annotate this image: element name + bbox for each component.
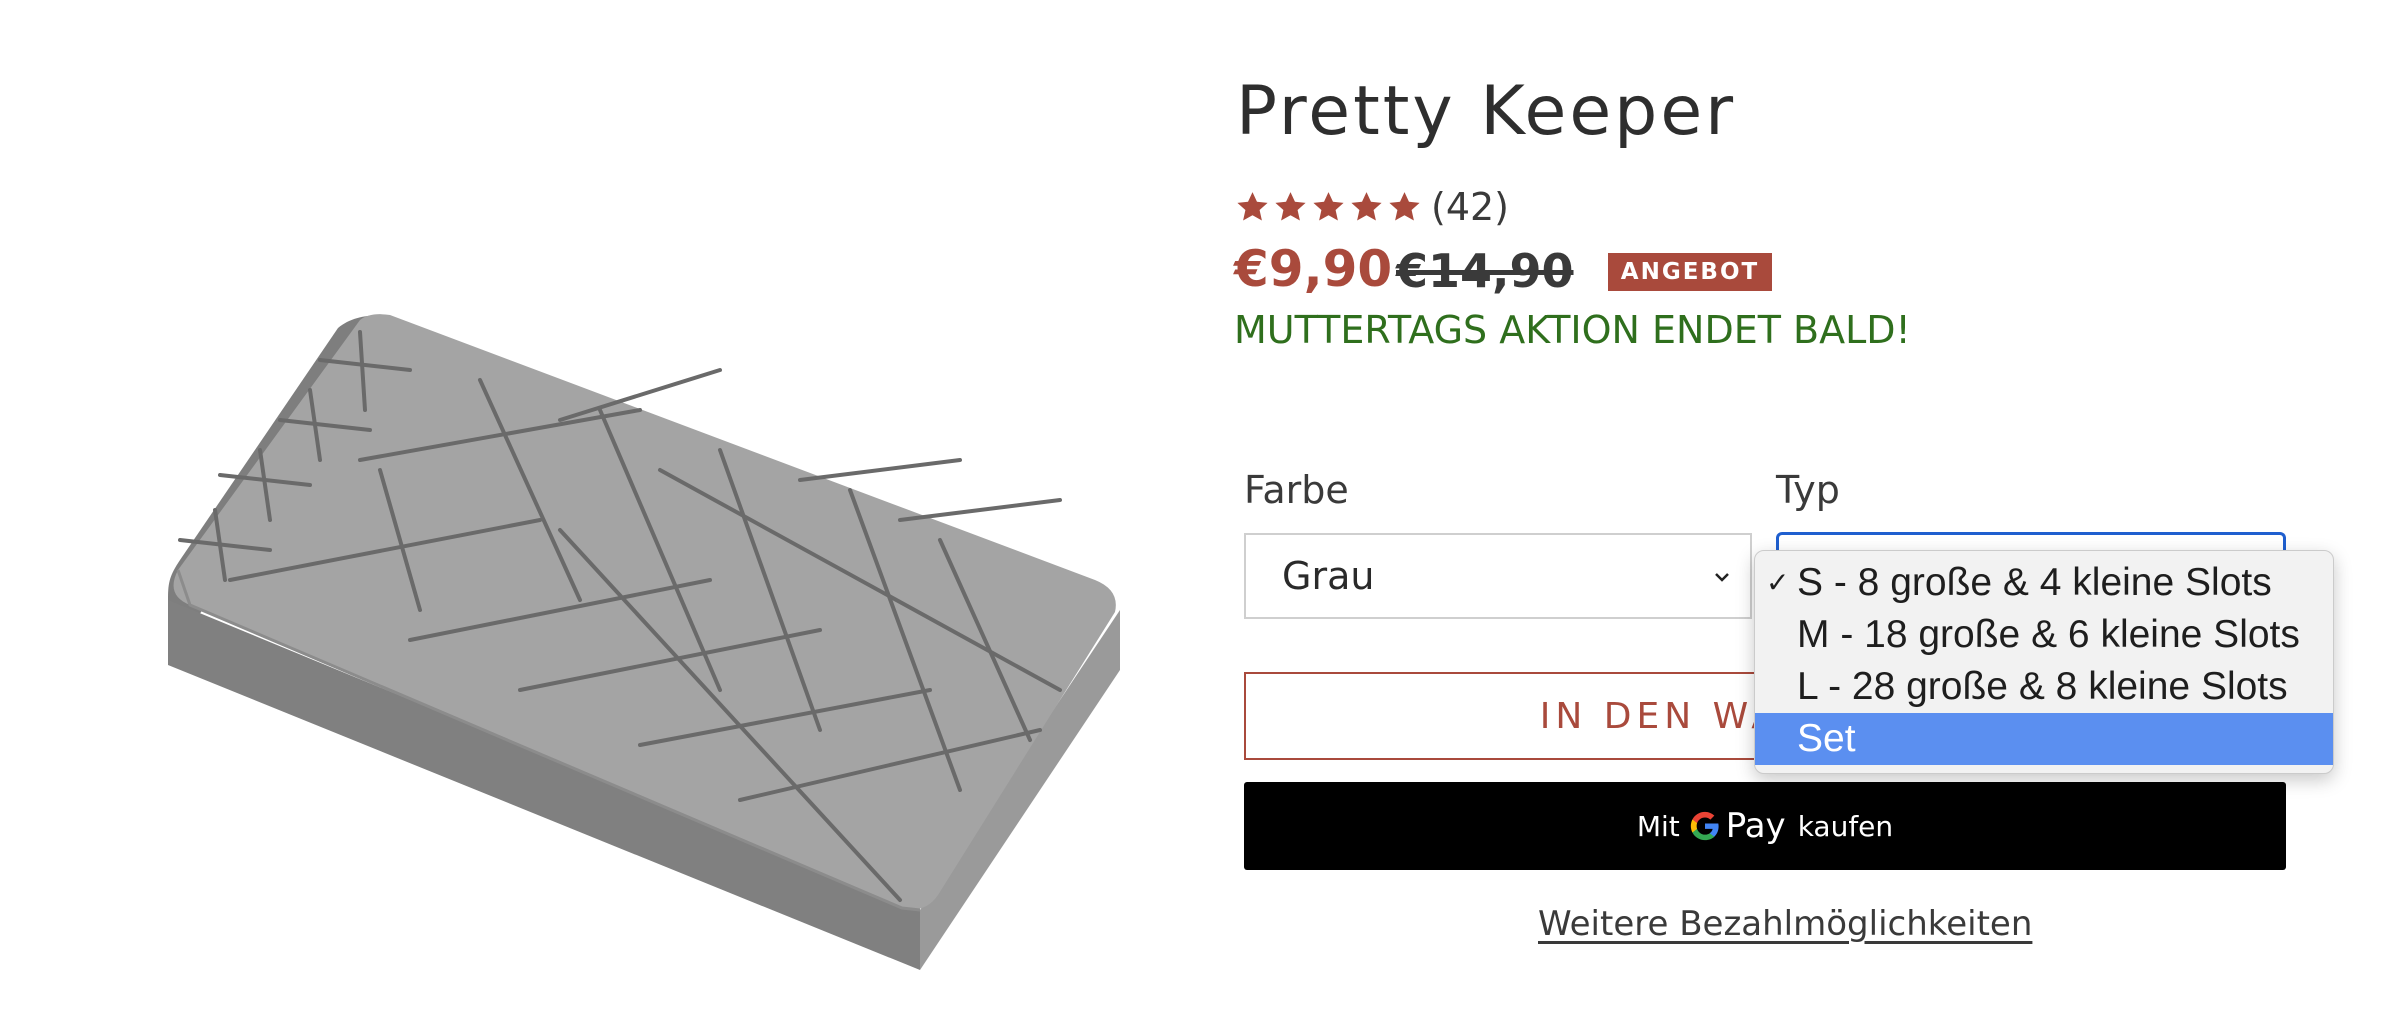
rating-stars [1234, 189, 1423, 226]
color-label: Farbe [1244, 468, 1349, 512]
checkmark-icon: ✓ [1766, 567, 1790, 598]
type-option-s[interactable]: ✓ S - 8 große & 4 kleine Slots [1755, 557, 2333, 609]
type-option-label: L - 28 große & 8 kleine Slots [1797, 665, 2288, 708]
star-icon [1389, 191, 1420, 220]
type-option-set[interactable]: Set [1755, 713, 2333, 765]
compare-price: €14,90 [1396, 244, 1574, 298]
gpay-prefix: Mit [1636, 809, 1680, 843]
type-option-m[interactable]: M - 18 große & 6 kleine Slots [1755, 609, 2333, 661]
color-select-value: Grau [1282, 554, 1375, 598]
star-icon [1313, 191, 1344, 220]
product-title: Pretty Keeper [1236, 72, 1737, 151]
type-dropdown-menu: ✓ S - 8 große & 4 kleine Slots M - 18 gr… [1754, 550, 2334, 774]
star-icon [1275, 191, 1306, 220]
star-icon [1237, 191, 1268, 220]
color-select[interactable]: Grau [1244, 533, 1752, 619]
type-label: Typ [1776, 468, 1840, 512]
rating[interactable]: (42) [1234, 182, 1509, 232]
type-option-l[interactable]: L - 28 große & 8 kleine Slots [1755, 661, 2333, 713]
product-image [168, 314, 1120, 970]
gpay-suffix: kaufen [1797, 809, 1894, 843]
more-payment-link[interactable]: Weitere Bezahlmöglichkeiten [1538, 904, 2032, 944]
type-option-label: M - 18 große & 6 kleine Slots [1797, 613, 2300, 656]
star-icon [1351, 191, 1382, 220]
sale-badge: ANGEBOT [1608, 253, 1772, 291]
gpay-pay-text: Pay [1725, 806, 1786, 846]
promo-text: MUTTERTAGS AKTION ENDET BALD! [1234, 308, 1911, 352]
chevron-down-icon [1715, 573, 1729, 582]
type-option-label: Set [1797, 717, 1856, 760]
type-option-label: S - 8 große & 4 kleine Slots [1797, 561, 2272, 604]
sale-price: €9,90 [1234, 240, 1393, 298]
google-g-icon [1690, 811, 1719, 841]
review-count[interactable]: (42) [1431, 185, 1509, 229]
google-pay-button[interactable]: Mit Pay kaufen [1244, 782, 2286, 870]
